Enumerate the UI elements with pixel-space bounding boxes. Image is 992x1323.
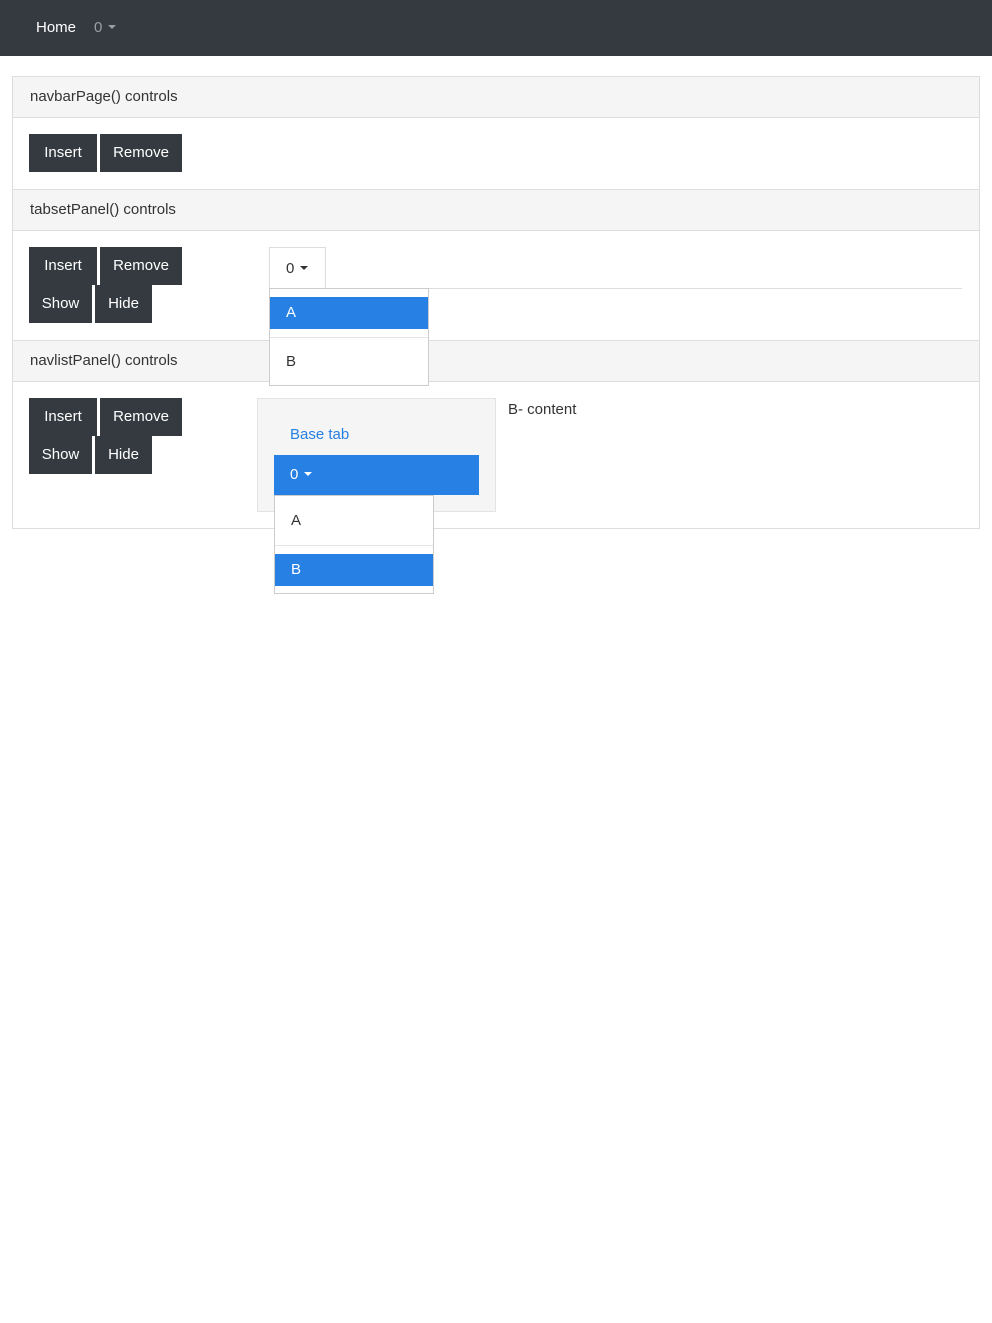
- panel-heading: tabsetPanel() controls: [13, 190, 979, 231]
- panel-heading: navlistPanel() controls: [13, 341, 979, 382]
- tabset-menu-label: 0: [286, 260, 295, 277]
- tabset-remove-button[interactable]: Remove: [100, 247, 182, 285]
- navlist-show-button[interactable]: Show: [29, 436, 92, 474]
- dropdown-item-b[interactable]: B: [275, 554, 433, 586]
- caret-down-icon: [304, 472, 313, 477]
- tab-content-text: B- content: [508, 401, 577, 418]
- navbar-insert-button[interactable]: Insert: [29, 134, 97, 172]
- dropdown-item-a[interactable]: A: [270, 297, 428, 329]
- nav-menu-dropdown[interactable]: 0: [94, 0, 117, 56]
- navlist-dropdown-menu: A B: [274, 495, 434, 594]
- dropdown-item-a[interactable]: A: [275, 505, 433, 537]
- tabset-menu-tab[interactable]: 0: [269, 247, 326, 289]
- tabset-insert-button[interactable]: Insert: [29, 247, 97, 285]
- navlist-insert-button[interactable]: Insert: [29, 398, 97, 436]
- navlist-remove-button[interactable]: Remove: [100, 398, 182, 436]
- dropdown-divider: [270, 337, 428, 338]
- tabset-dropdown-menu: A B: [269, 288, 429, 386]
- tabset-hide-button[interactable]: Hide: [95, 285, 152, 323]
- navlist-menu-pill[interactable]: 0: [274, 455, 479, 495]
- caret-down-icon: [300, 266, 309, 271]
- caret-down-icon: [108, 25, 117, 30]
- dropdown-divider: [275, 545, 433, 546]
- panel-heading: navbarPage() controls: [13, 77, 979, 118]
- top-navbar: Home 0: [0, 0, 992, 56]
- dropdown-item-b[interactable]: B: [270, 346, 428, 378]
- nav-menu-label: 0: [94, 19, 103, 36]
- nav-home-link[interactable]: Home: [36, 0, 76, 56]
- navbar-remove-button[interactable]: Remove: [100, 134, 182, 172]
- navlist-menu-label: 0: [290, 466, 299, 483]
- tabset-show-button[interactable]: Show: [29, 285, 92, 323]
- navlist-hide-button[interactable]: Hide: [95, 436, 152, 474]
- navbar-controls-panel: navbarPage() controls: [12, 76, 980, 190]
- navlist-base-tab-link[interactable]: Base tab: [290, 425, 349, 445]
